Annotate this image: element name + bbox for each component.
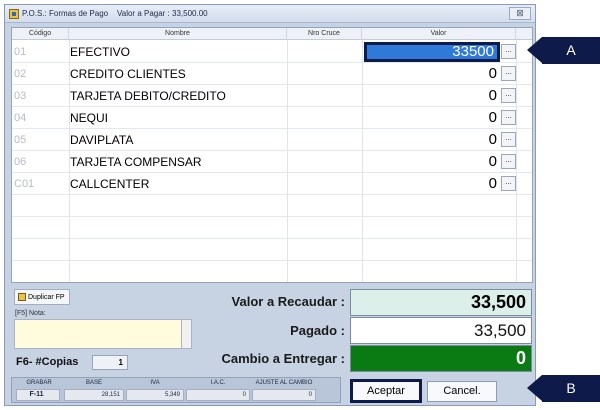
header-value[interactable]: Valor [362, 28, 516, 40]
table-row[interactable]: 01 EFECTIVO 33500... [12, 41, 532, 63]
ajuste-label: AJUSTE AL CAMBIO [255, 380, 313, 386]
close-icon[interactable]: ⊠ [509, 7, 531, 20]
row-ellipsis-button[interactable]: ... [501, 110, 516, 125]
recaudar-label: Valor a Recaudar : [231, 294, 345, 309]
row-value-input[interactable]: 0 [364, 174, 500, 194]
row-code: C01 [14, 178, 35, 190]
table-row[interactable]: 04 NEQUI 0... [12, 107, 532, 129]
table-row[interactable]: 06 TARJETA COMPENSAR 0... [12, 151, 532, 173]
header-name[interactable]: Nombre [69, 28, 287, 40]
row-ellipsis-button[interactable]: ... [501, 88, 516, 103]
pagado-input[interactable]: 33,500 [350, 317, 532, 344]
table-row[interactable]: 03 TARJETA DEBITO/CREDITO 0... [12, 85, 532, 107]
window-title: P.O.S.: Formas de Pago Valor a Pagar : 3… [22, 9, 208, 18]
row-code: 05 [14, 134, 27, 146]
empty-row [12, 195, 532, 217]
callout-a: A [527, 37, 600, 64]
row-ellipsis-button[interactable]: ... [501, 154, 516, 169]
grid-header: Código Nombre Nro Cruce Valor [12, 28, 532, 40]
row-name: EFECTIVO [70, 45, 131, 59]
row-ellipsis-button[interactable]: ... [501, 132, 516, 147]
grabar-shortcut[interactable]: F-11 [16, 389, 60, 401]
totals-status-bar: GRABAR F-11 BASE 28,151 IVA 5,349 I.A.C.… [11, 377, 341, 403]
base-value: 28,151 [64, 389, 124, 401]
base-label: BASE [85, 380, 102, 386]
app-icon [9, 8, 19, 19]
row-code: 06 [14, 156, 27, 168]
row-value-input[interactable]: 0 [364, 130, 500, 150]
callout-b: B [527, 375, 600, 402]
row-name: DAVIPLATA [70, 133, 134, 147]
grabar-label: GRABAR [26, 380, 52, 386]
table-row[interactable]: 05 DAVIPLATA 0... [12, 129, 532, 151]
cambio-value: 0 [350, 345, 532, 372]
accept-button[interactable]: Aceptar [350, 379, 422, 403]
empty-row [12, 261, 532, 282]
ajuste-value: 0 [252, 389, 316, 401]
empty-row [12, 239, 532, 261]
row-ellipsis-button[interactable]: ... [501, 44, 516, 59]
empty-row [12, 217, 532, 239]
note-input[interactable] [14, 319, 182, 349]
row-name: CREDITO CLIENTES [70, 67, 186, 81]
payment-methods-window: P.O.S.: Formas de Pago Valor a Pagar : 3… [4, 4, 536, 406]
header-cross[interactable]: Nro Cruce [287, 28, 362, 40]
pagado-label: Pagado : [290, 323, 345, 338]
note-label: [F5] Nota: [15, 310, 46, 317]
header-code[interactable]: Código [12, 28, 69, 40]
cancel-button[interactable]: Cancel. [427, 381, 497, 402]
row-value-input[interactable]: 0 [364, 64, 500, 84]
row-value-input[interactable]: 0 [364, 152, 500, 172]
iva-value: 5,349 [126, 389, 184, 401]
row-name: TARJETA COMPENSAR [70, 155, 202, 169]
row-name: TARJETA DEBITO/CREDITO [70, 89, 226, 103]
row-value-input[interactable]: 0 [364, 108, 500, 128]
row-code: 01 [14, 46, 27, 58]
duplicate-label: Duplicar FP [28, 293, 65, 301]
payment-grid: Código Nombre Nro Cruce Valor 01 EFECTIVO… [11, 27, 533, 283]
table-row[interactable]: 02 CREDITO CLIENTES 0... [12, 63, 532, 85]
iac-label: I.A.C. [210, 380, 226, 386]
copies-input[interactable]: 1 [92, 355, 128, 370]
row-ellipsis-button[interactable]: ... [501, 66, 516, 81]
row-value-input[interactable]: 33500 [364, 42, 500, 62]
duplicate-fp-button[interactable]: Duplicar FP [14, 289, 70, 305]
iva-label: IVA [150, 380, 160, 386]
row-code: 02 [14, 68, 27, 80]
row-name: NEQUI [70, 111, 109, 125]
row-name: CALLCENTER [70, 177, 150, 191]
row-value-input[interactable]: 0 [364, 86, 500, 106]
copies-label: F6- #Copias [16, 356, 79, 368]
table-row[interactable]: C01 CALLCENTER 0... [12, 173, 532, 195]
iac-value: 0 [186, 389, 250, 401]
duplicate-icon [18, 293, 26, 301]
row-ellipsis-button[interactable]: ... [501, 176, 516, 191]
title-bar: P.O.S.: Formas de Pago Valor a Pagar : 3… [5, 5, 535, 23]
row-code: 03 [14, 90, 27, 102]
recaudar-value: 33,500 [350, 289, 532, 316]
cambio-label: Cambio a Entregar : [221, 351, 345, 366]
row-code: 04 [14, 112, 27, 124]
